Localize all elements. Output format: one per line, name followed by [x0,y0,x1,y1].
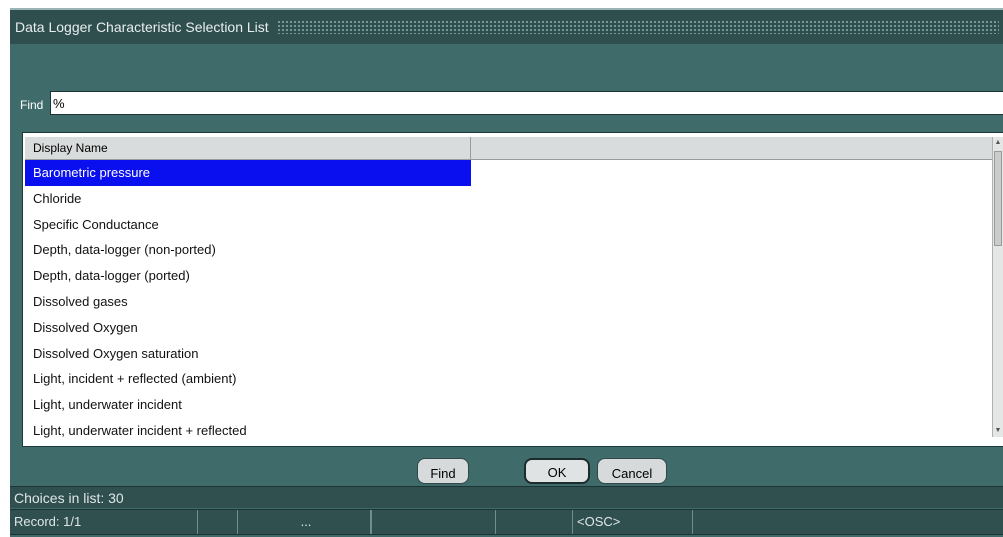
status-segment: ... [238,510,371,534]
list-item[interactable]: Depth, data-logger (non-ported) [25,237,471,263]
list-rows: Barometric pressure Chloride Specific Co… [25,160,993,444]
record-indicator: Record: 1/1 [10,510,198,534]
scroll-down-arrow-icon[interactable]: ▼ [993,425,1003,437]
list-item[interactable]: Depth, data-logger (ported) [25,263,471,289]
status-segment [198,510,238,534]
vertical-scrollbar[interactable]: ▲ ▼ [992,137,1003,437]
cancel-button[interactable]: Cancel [597,458,667,484]
list-item[interactable]: Dissolved gases [25,289,471,315]
mode-indicator: <OSC> [573,510,693,534]
column-header-display-name[interactable]: Display Name [25,137,471,159]
list-item[interactable]: Light, underwater incident + reflected [25,418,471,444]
find-input[interactable] [50,91,1003,115]
status-segment [372,510,496,534]
list-item[interactable]: Light, incident + reflected (ambient) [25,366,471,392]
list-item[interactable]: Barometric pressure [25,160,471,186]
list-item[interactable]: Dissolved Oxygen saturation [25,341,471,367]
title-grip-pattern [276,20,999,34]
title-bar[interactable]: Data Logger Characteristic Selection Lis… [10,10,1003,44]
list-item[interactable]: Dissolved Oxygen [25,315,471,341]
find-label: Find [20,98,44,112]
list-item[interactable]: Chloride [25,186,471,212]
column-header-empty [471,137,993,159]
list-item[interactable]: Light, underwater incident [25,392,471,418]
selection-list: Display Name Barometric pressure Chlorid… [22,132,1003,447]
choices-status: Choices in list: 30 [10,486,1003,508]
find-button[interactable]: Find [417,458,469,484]
list-item[interactable]: Specific Conductance [25,212,471,238]
status-segment [693,510,1003,534]
ok-button[interactable]: OK [524,458,590,484]
status-segment [496,510,573,534]
window-title: Data Logger Characteristic Selection Lis… [15,19,269,35]
lov-window: Data Logger Characteristic Selection Lis… [10,8,1003,537]
scroll-thumb[interactable] [994,151,1002,246]
list-header: Display Name [25,137,993,160]
status-ellipsis: ... [300,514,312,529]
status-bar: Record: 1/1 ... <OSC> [10,509,1003,535]
scroll-up-arrow-icon[interactable]: ▲ [993,137,1003,149]
